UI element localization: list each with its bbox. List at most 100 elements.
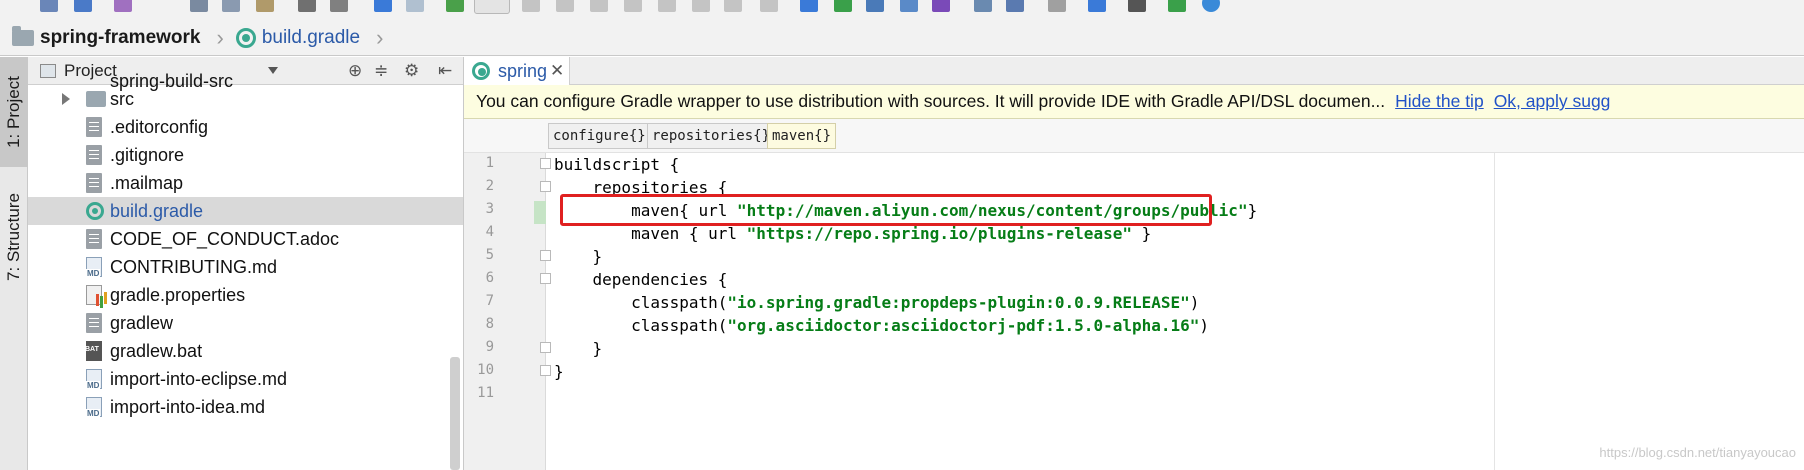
debug-icon[interactable]: [556, 0, 574, 12]
structure-tool-tab[interactable]: 7: Structure: [0, 177, 28, 297]
vcs-update-icon[interactable]: [800, 0, 818, 12]
project-panel-scrollbar[interactable]: [450, 357, 460, 470]
collapse-all-icon[interactable]: ≑: [374, 62, 388, 79]
attach-icon[interactable]: [658, 0, 676, 12]
gradle-icon: [86, 202, 104, 220]
project-tool-tab[interactable]: 1: Project: [0, 57, 28, 167]
tree-item-gradlew[interactable]: gradlew: [28, 309, 463, 337]
vcs-revert-icon[interactable]: [932, 0, 950, 12]
tree-item-label: import-into-eclipse.md: [110, 368, 288, 389]
help-icon[interactable]: [1088, 0, 1106, 12]
tree-item-import-eclipse[interactable]: import-into-eclipse.md: [28, 365, 463, 393]
stop-all-icon[interactable]: [724, 0, 742, 12]
paste-icon[interactable]: [256, 0, 274, 12]
editor-tab-spring[interactable]: spring ✕: [464, 57, 570, 85]
sdk-icon[interactable]: [1048, 0, 1066, 12]
tree-item-label: .editorconfig: [110, 116, 209, 137]
find-icon[interactable]: [298, 0, 316, 12]
cut-icon[interactable]: [190, 0, 208, 12]
tree-item-import-idea[interactable]: import-into-idea.md: [28, 393, 463, 421]
project-panel: Project ⊕ ≑ ⚙ ⇤ spring-build-src src .ed…: [28, 57, 464, 470]
editor-tab-bar: spring ✕: [464, 57, 1804, 85]
fold-marker[interactable]: [540, 250, 551, 261]
code-line: }: [554, 337, 603, 360]
undo-icon[interactable]: [114, 0, 132, 12]
stop-icon[interactable]: [692, 0, 710, 12]
copy-icon[interactable]: [222, 0, 240, 12]
expand-arrow-icon[interactable]: [62, 93, 70, 105]
hide-panel-icon[interactable]: ⇤: [438, 62, 452, 79]
fold-marker[interactable]: [540, 342, 551, 353]
tree-item-src[interactable]: src: [28, 85, 463, 113]
vcs-commit-icon[interactable]: [834, 0, 852, 12]
vcs-change-marker[interactable]: [534, 201, 546, 224]
code-line: dependencies {: [554, 268, 728, 291]
profile-icon[interactable]: [624, 0, 642, 12]
fold-marker[interactable]: [540, 181, 551, 192]
settings-icon[interactable]: [1006, 0, 1024, 12]
line-number: 5: [485, 247, 494, 263]
chart-icon[interactable]: [1168, 0, 1186, 12]
tree-item-gradlew-bat[interactable]: gradlew.bat: [28, 337, 463, 365]
close-icon[interactable]: ✕: [550, 61, 564, 81]
breadcrumb-project-label: spring-framework: [40, 26, 201, 48]
vcs-icon[interactable]: [760, 0, 778, 12]
editor-gutter[interactable]: 1 2 3 4 5 6 7 8 9 10 11: [464, 153, 551, 470]
breadcrumb-project[interactable]: spring-framework ›: [12, 25, 236, 51]
tree-item-label: gradlew: [110, 312, 174, 333]
apply-suggestion-link[interactable]: Ok, apply sugg: [1494, 91, 1611, 112]
back-icon[interactable]: [374, 0, 392, 12]
build-icon[interactable]: [446, 0, 464, 12]
editor-tab-label: spring: [498, 60, 548, 81]
fold-marker[interactable]: [540, 273, 551, 284]
project-structure-icon[interactable]: [974, 0, 992, 12]
hide-tip-link[interactable]: Hide the tip: [1395, 91, 1484, 112]
locate-icon[interactable]: ⊕: [348, 62, 362, 79]
tree-item-contributing[interactable]: CONTRIBUTING.md: [28, 253, 463, 281]
tree-item-editorconfig[interactable]: .editorconfig: [28, 113, 463, 141]
tree-item-code-of-conduct[interactable]: CODE_OF_CONDUCT.adoc: [28, 225, 463, 253]
run-icon[interactable]: [522, 0, 540, 12]
tree-item-gitignore[interactable]: .gitignore: [28, 141, 463, 169]
run-config-dropdown[interactable]: [474, 0, 510, 14]
text-file-icon: [86, 229, 102, 249]
tree-item-mailmap[interactable]: .mailmap: [28, 169, 463, 197]
sync-icon[interactable]: [74, 0, 92, 12]
gear-icon[interactable]: ⚙: [404, 62, 419, 79]
vcs-compare-icon[interactable]: [900, 0, 918, 12]
tree-item-label: gradlew.bat: [110, 340, 203, 361]
code-text: }: [1247, 201, 1258, 220]
tree-item-build-gradle[interactable]: build.gradle: [28, 197, 463, 225]
tree-item-gradle-properties[interactable]: gradle.properties: [28, 281, 463, 309]
vcs-history-icon[interactable]: [866, 0, 884, 12]
tree-item-label: import-into-idea.md: [110, 396, 266, 417]
markdown-file-icon: [86, 369, 102, 390]
breadcrumb-file[interactable]: build.gradle ›: [235, 24, 396, 51]
chevron-right-icon: ›: [216, 24, 224, 50]
tree-item-label: .mailmap: [110, 172, 184, 193]
forward-icon[interactable]: [406, 0, 424, 12]
project-panel-title[interactable]: Project: [64, 61, 117, 81]
save-icon[interactable]: [40, 0, 58, 12]
fold-marker[interactable]: [540, 158, 551, 169]
tasks-icon[interactable]: [1128, 0, 1146, 12]
folder-icon: [86, 91, 106, 107]
fold-marker[interactable]: [540, 365, 551, 376]
gradle-icon: [235, 27, 256, 48]
project-tool-tab-label: 1: Project: [4, 76, 23, 148]
no-entry-icon[interactable]: [1202, 0, 1220, 12]
code-crumb-configure[interactable]: configure{}: [548, 123, 651, 149]
chevron-right-icon: ›: [376, 24, 384, 50]
text-file-icon: [86, 145, 102, 165]
line-number: 9: [485, 339, 494, 355]
tree-item-label: build.gradle: [110, 200, 204, 221]
replace-icon[interactable]: [330, 0, 348, 12]
markdown-file-icon: [86, 257, 102, 278]
coverage-icon[interactable]: [590, 0, 608, 12]
tool-window-strip: 1: Project 7: Structure: [0, 57, 28, 470]
tree-item-label: CONTRIBUTING.md: [110, 256, 278, 277]
code-crumb-maven[interactable]: maven{}: [767, 123, 837, 149]
code-crumb-repositories[interactable]: repositories{}: [647, 123, 776, 149]
chevron-down-icon[interactable]: [268, 67, 278, 74]
code-text: }: [554, 247, 603, 266]
